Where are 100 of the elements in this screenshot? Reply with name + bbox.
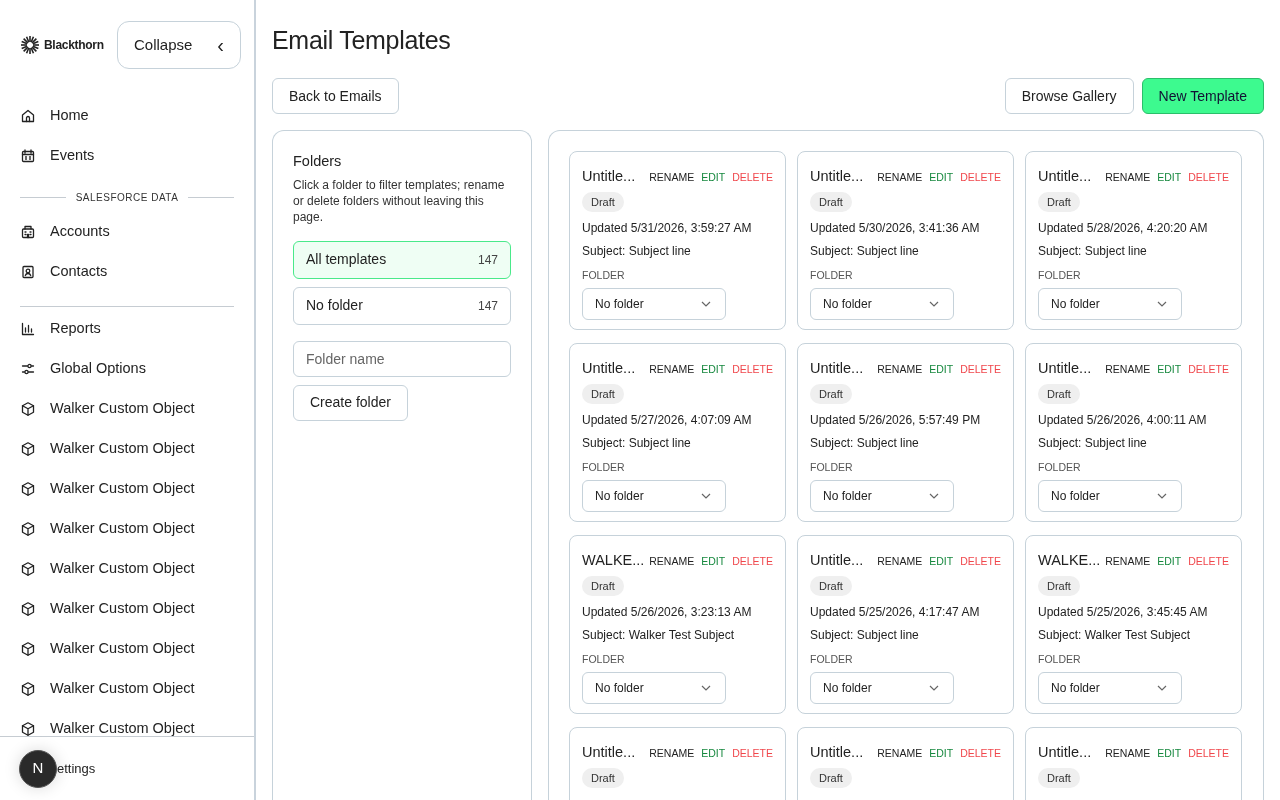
panel-title: Folders xyxy=(293,152,343,171)
cube-icon xyxy=(20,601,36,617)
delete-link[interactable]: DELETE xyxy=(1188,554,1229,570)
template-title: WALKE... xyxy=(1038,551,1101,570)
rename-link[interactable]: RENAME xyxy=(1105,554,1151,570)
folder-select[interactable]: No folder xyxy=(1038,479,1182,512)
delete-link[interactable]: DELETE xyxy=(732,554,773,570)
rename-link[interactable]: RENAME xyxy=(877,170,923,186)
browse-gallery-button[interactable]: Browse Gallery xyxy=(1004,78,1134,114)
updated-text: Updated 5/25/2026, 4:17:47 AM xyxy=(810,603,981,620)
sidebar-item[interactable]: Walker Custom Object xyxy=(50,438,195,460)
folder-select[interactable]: No folder xyxy=(810,287,954,320)
rename-link[interactable]: RENAME xyxy=(649,170,695,186)
cube-icon xyxy=(20,681,36,697)
rename-link[interactable]: RENAME xyxy=(649,554,695,570)
subject-text: Subject: Walker Test Subject xyxy=(1038,626,1192,643)
sidebar-item[interactable]: Reports xyxy=(50,318,101,340)
edit-link[interactable]: EDIT xyxy=(929,170,954,186)
rename-link[interactable]: RENAME xyxy=(649,362,695,378)
edit-link[interactable]: EDIT xyxy=(929,746,954,762)
edit-link[interactable]: EDIT xyxy=(1157,554,1182,570)
template-title: Untitle... xyxy=(1038,167,1092,186)
subject-text: Subject: Subject line xyxy=(582,434,692,451)
sidebar-item[interactable]: Walker Custom Object xyxy=(50,638,195,660)
folder-select[interactable]: No folder xyxy=(582,479,726,512)
folder-select[interactable]: No folder xyxy=(582,671,726,704)
brand-name: Blackthorn xyxy=(44,37,104,54)
folder-name-field[interactable]: Folder name xyxy=(293,340,511,377)
sidebar-item[interactable]: Walker Custom Object xyxy=(50,598,195,620)
cube-icon xyxy=(20,441,36,457)
folder-select[interactable]: No folder xyxy=(1038,287,1182,320)
status-badge: Draft xyxy=(810,383,852,405)
avatar[interactable]: N xyxy=(19,749,57,788)
template-title: Untitle... xyxy=(810,359,864,378)
cube-icon xyxy=(20,521,36,537)
create-folder-button[interactable]: Create folder xyxy=(293,384,408,421)
folder-select[interactable]: No folder xyxy=(810,671,954,704)
delete-link[interactable]: DELETE xyxy=(960,746,1001,762)
rename-link[interactable]: RENAME xyxy=(1105,170,1151,186)
delete-link[interactable]: DELETE xyxy=(960,362,1001,378)
sidebar-item[interactable]: Accounts xyxy=(50,221,110,243)
sidebar-item[interactable]: Walker Custom Object xyxy=(50,518,195,540)
delete-link[interactable]: DELETE xyxy=(1188,362,1229,378)
sidebar-item[interactable]: Walker Custom Object xyxy=(50,478,195,500)
delete-link[interactable]: DELETE xyxy=(732,170,773,186)
template-title: Untitle... xyxy=(582,359,636,378)
edit-link[interactable]: EDIT xyxy=(1157,746,1182,762)
folder-item[interactable]: All templates 147 xyxy=(293,240,511,279)
status-badge: Draft xyxy=(582,383,624,405)
edit-link[interactable]: EDIT xyxy=(929,362,954,378)
delete-link[interactable]: DELETE xyxy=(1188,746,1229,762)
rename-link[interactable]: RENAME xyxy=(877,746,923,762)
sidebar-item[interactable]: Walker Custom Object xyxy=(50,718,195,736)
folder-item[interactable]: No folder 147 xyxy=(293,286,511,325)
rename-link[interactable]: RENAME xyxy=(877,554,923,570)
section-label: SALESFORCE DATA xyxy=(20,182,234,212)
collapse-button[interactable]: Collapse ‹ xyxy=(117,21,241,69)
rename-link[interactable]: RENAME xyxy=(1105,746,1151,762)
sidebar-item[interactable]: Walker Custom Object xyxy=(50,558,195,580)
panel-description: Click a folder to filter templates; rename or delete folders without leaving this page. xyxy=(293,176,506,225)
updated-text: Updated 5/25/2026, 3:45:45 AM xyxy=(1038,603,1209,620)
cube-icon xyxy=(20,561,36,577)
edit-link[interactable]: EDIT xyxy=(701,554,726,570)
folder-select[interactable]: No folder xyxy=(1038,671,1182,704)
delete-link[interactable]: DELETE xyxy=(732,362,773,378)
delete-link[interactable]: DELETE xyxy=(960,554,1001,570)
folder-select[interactable]: No folder xyxy=(810,479,954,512)
template-title: Untitle... xyxy=(582,167,636,186)
sidebar-item[interactable]: Contacts xyxy=(50,261,108,283)
sidebar-item[interactable]: Events xyxy=(50,145,95,167)
back-button[interactable]: Back to Emails xyxy=(272,78,399,114)
delete-link[interactable]: DELETE xyxy=(1188,170,1229,186)
sidebar-item[interactable]: Home xyxy=(50,105,89,127)
sidebar-item[interactable]: ettings xyxy=(57,758,96,779)
new-template-button[interactable]: New Template xyxy=(1141,78,1264,114)
chevron-down-icon xyxy=(929,301,939,308)
sidebar-item[interactable]: Global Options xyxy=(50,358,146,380)
edit-link[interactable]: EDIT xyxy=(701,362,726,378)
updated-text: Updated 5/27/2026, 4:07:09 AM xyxy=(582,411,753,428)
status-badge: Draft xyxy=(582,191,624,213)
cube-icon xyxy=(20,641,36,657)
edit-link[interactable]: EDIT xyxy=(701,170,726,186)
edit-link[interactable]: EDIT xyxy=(1157,170,1182,186)
delete-link[interactable]: DELETE xyxy=(960,170,1001,186)
bar-chart-icon xyxy=(20,321,36,337)
field-label: FOLDER xyxy=(1038,651,1082,667)
rename-link[interactable]: RENAME xyxy=(1105,362,1151,378)
edit-link[interactable]: EDIT xyxy=(929,554,954,570)
folder-select[interactable]: No folder xyxy=(582,287,726,320)
status-badge: Draft xyxy=(1038,191,1080,213)
rename-link[interactable]: RENAME xyxy=(649,746,695,762)
chevron-down-icon xyxy=(929,685,939,692)
delete-link[interactable]: DELETE xyxy=(732,746,773,762)
edit-link[interactable]: EDIT xyxy=(701,746,726,762)
rename-link[interactable]: RENAME xyxy=(877,362,923,378)
edit-link[interactable]: EDIT xyxy=(1157,362,1182,378)
sidebar-item[interactable]: Walker Custom Object xyxy=(50,398,195,420)
sidebar-item[interactable]: Walker Custom Object xyxy=(50,678,195,700)
updated-text: Updated 5/28/2026, 4:20:20 AM xyxy=(1038,219,1209,236)
subject-text: Subject: Subject line xyxy=(1038,434,1148,451)
